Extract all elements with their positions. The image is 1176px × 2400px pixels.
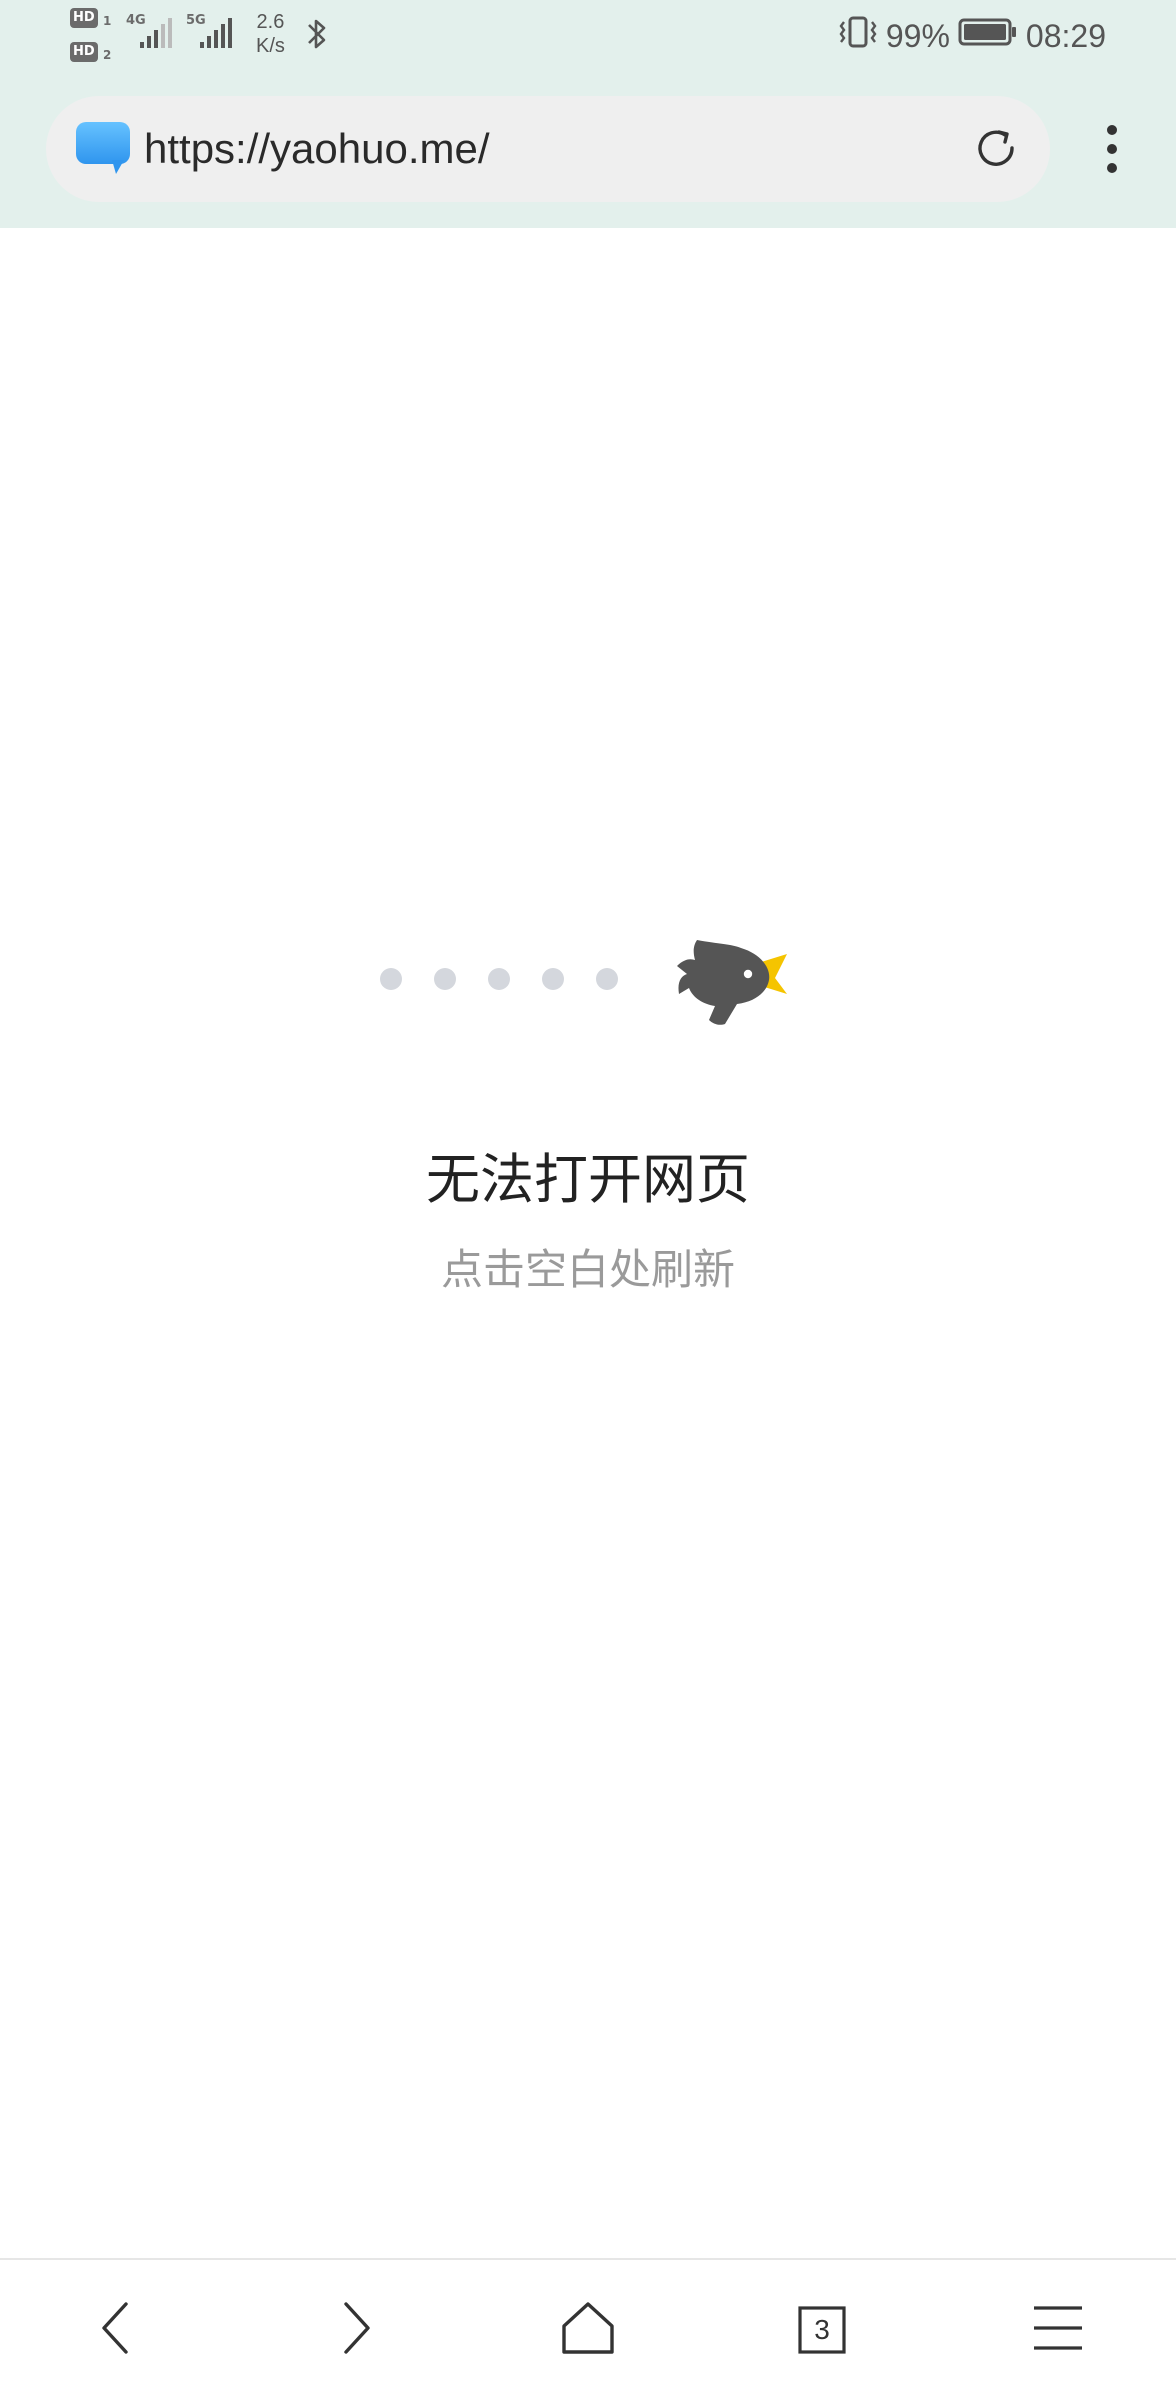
sim1-network-type: 4G [126, 13, 146, 28]
reload-icon[interactable] [974, 126, 1020, 176]
clock: 08:29 [1025, 18, 1106, 54]
loading-dot [380, 968, 402, 990]
vibrate-icon [838, 14, 878, 59]
back-icon [96, 2300, 136, 2360]
bird-icon [675, 932, 791, 1032]
menu-icon [1032, 2302, 1084, 2358]
signal-icon: 5G [186, 14, 242, 58]
bluetooth-icon [306, 16, 328, 56]
chat-bubble-icon [74, 120, 132, 182]
loading-dot [434, 968, 456, 990]
error-subtitle[interactable]: 点击空白处刷新 [0, 1240, 1176, 1300]
forward-icon [336, 2300, 376, 2360]
network-speed-unit: K/s [256, 35, 285, 57]
loading-dot [542, 968, 564, 990]
network-speed: 2.6 K/s [256, 10, 285, 58]
sim2-hd-badge: HD [70, 42, 98, 62]
back-button[interactable] [56, 2260, 176, 2400]
battery-percent: 99% [885, 18, 950, 54]
tabs-icon: 3 [798, 2306, 846, 2354]
home-button[interactable] [528, 2260, 648, 2400]
page-content[interactable]: 无法打开网页 点击空白处刷新 [0, 228, 1176, 2258]
signal-icon: 4G [126, 14, 182, 58]
address-bar[interactable]: https://yaohuo.me/ [46, 96, 1050, 202]
sim1-index: 1 [103, 14, 112, 28]
home-icon [560, 2300, 616, 2360]
status-right: 99% 08:29 [838, 16, 1106, 56]
url-text[interactable]: https://yaohuo.me/ [144, 96, 490, 202]
forward-button[interactable] [296, 2260, 416, 2400]
sim2-index: 2 [103, 48, 112, 62]
error-title: 无法打开网页 [426, 1148, 750, 1211]
loading-dot [596, 968, 618, 990]
bottom-navigation: 3 [0, 2258, 1176, 2400]
loading-dot [488, 968, 510, 990]
sim2-network-type: 5G [186, 13, 206, 28]
menu-button[interactable] [998, 2260, 1118, 2400]
more-vert-icon[interactable] [1100, 122, 1124, 182]
sim1-hd-badge: HD [70, 8, 98, 28]
battery-icon [958, 16, 1018, 56]
tabs-button[interactable]: 3 [762, 2260, 882, 2400]
network-speed-value: 2.6 [256, 11, 285, 33]
tab-count: 3 [814, 2314, 830, 2345]
status-bar: HD 1 HD 2 4G 5G 2.6 K/s 99% 08:29 [0, 0, 1176, 72]
sim-indicator: HD 1 HD 2 [70, 8, 118, 66]
browser-top-area: HD 1 HD 2 4G 5G 2.6 K/s 99% 08:29 https:… [0, 0, 1176, 228]
